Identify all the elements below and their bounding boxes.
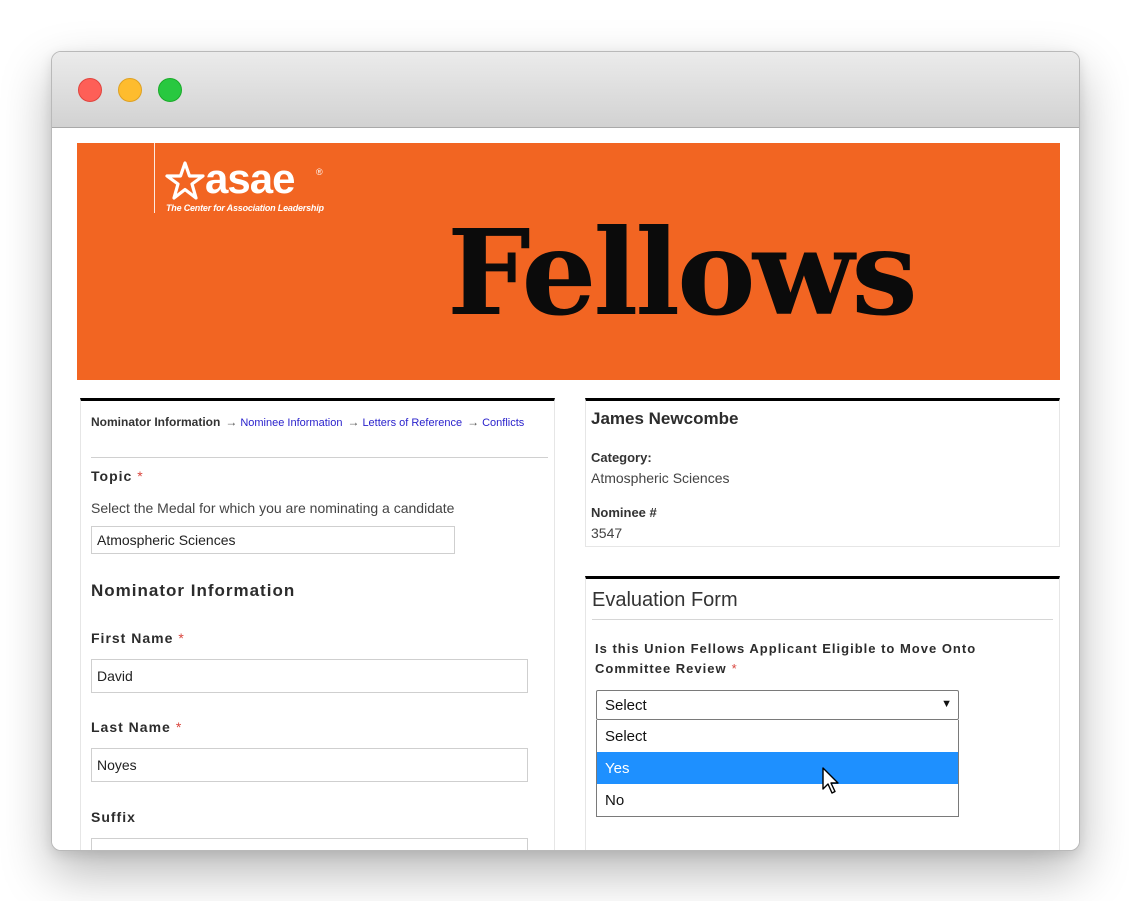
registered-mark: ® xyxy=(316,167,323,177)
eligibility-question-text: Is this Union Fellows Applicant Eligible… xyxy=(595,641,977,676)
dropdown-caret-icon: ▼ xyxy=(941,698,952,710)
topic-label-text: Topic xyxy=(91,468,133,484)
banner-divider xyxy=(154,143,155,213)
asae-logo-text: asae xyxy=(205,155,295,202)
required-marker: * xyxy=(175,719,183,735)
asae-star-icon xyxy=(165,161,205,200)
step-breadcrumb: Nominator Information → Nominee Informatio… xyxy=(91,415,548,458)
maximize-window-button[interactable] xyxy=(158,78,182,102)
mouse-pointer-icon xyxy=(822,767,839,794)
evaluation-divider xyxy=(592,619,1053,620)
last-name-input[interactable]: Noyes xyxy=(91,748,528,782)
step-link-nominee-information[interactable]: Nominee Information xyxy=(240,417,342,429)
fellows-banner: asae ® The Center for Association Leader… xyxy=(77,143,1060,380)
eligibility-select-value: Select xyxy=(605,696,647,714)
first-name-label-text: First Name xyxy=(91,630,174,646)
option-yes[interactable]: Yes xyxy=(597,752,958,784)
last-name-label: Last Name * xyxy=(91,719,182,735)
topic-field-value: Atmospheric Sciences xyxy=(97,532,236,548)
required-marker: * xyxy=(178,630,185,646)
step-current: Nominator Information xyxy=(91,415,221,429)
close-window-button[interactable] xyxy=(78,78,102,102)
option-select[interactable]: Select xyxy=(597,720,958,752)
last-name-value: Noyes xyxy=(97,757,137,773)
nominee-number-label: Nominee # xyxy=(591,505,657,520)
minimize-window-button[interactable] xyxy=(118,78,142,102)
nominator-form-panel: Nominator Information → Nominee Informatio… xyxy=(80,398,555,850)
step-link-conflicts[interactable]: Conflicts xyxy=(482,417,524,429)
eligibility-dropdown-list: Select Yes No xyxy=(596,720,959,817)
first-name-input[interactable]: David xyxy=(91,659,528,693)
nominee-number-value: 3547 xyxy=(591,525,623,541)
last-name-label-text: Last Name xyxy=(91,719,171,735)
nominee-name: James Newcombe xyxy=(591,409,739,428)
step-arrow-icon: → xyxy=(467,415,480,429)
browser-window: asae ® The Center for Association Leader… xyxy=(51,51,1080,851)
suffix-input[interactable] xyxy=(91,838,528,850)
eligibility-select[interactable]: Select ▼ xyxy=(596,690,959,720)
window-titlebar xyxy=(52,52,1079,128)
step-arrow-icon: → xyxy=(347,415,360,429)
step-arrow-icon: → xyxy=(225,415,238,429)
evaluation-form-title: Evaluation Form xyxy=(592,589,738,611)
category-label: Category: xyxy=(591,450,652,465)
first-name-value: David xyxy=(97,668,133,684)
step-link-letters-of-reference[interactable]: Letters of Reference xyxy=(362,417,462,429)
first-name-label: First Name * xyxy=(91,630,185,646)
page-content: asae ® The Center for Association Leader… xyxy=(52,128,1079,850)
suffix-label: Suffix xyxy=(91,809,136,825)
nominator-information-heading: Nominator Information xyxy=(91,581,296,600)
nominee-info-panel: James Newcombe Category: Atmospheric Sci… xyxy=(585,398,1060,547)
evaluation-form-panel: Evaluation Form Is this Union Fellows Ap… xyxy=(585,576,1060,850)
eligibility-question: Is this Union Fellows Applicant Eligible… xyxy=(595,639,995,679)
option-no[interactable]: No xyxy=(597,784,958,816)
asae-tagline: The Center for Association Leadership xyxy=(166,203,324,213)
topic-help-text: Select the Medal for which you are nomin… xyxy=(91,500,455,516)
topic-field[interactable]: Atmospheric Sciences xyxy=(91,526,455,554)
required-marker: * xyxy=(137,468,144,484)
banner-title: Fellows xyxy=(447,203,918,342)
topic-label: Topic * xyxy=(91,468,144,484)
category-value: Atmospheric Sciences xyxy=(591,470,730,486)
required-marker: * xyxy=(731,661,738,676)
